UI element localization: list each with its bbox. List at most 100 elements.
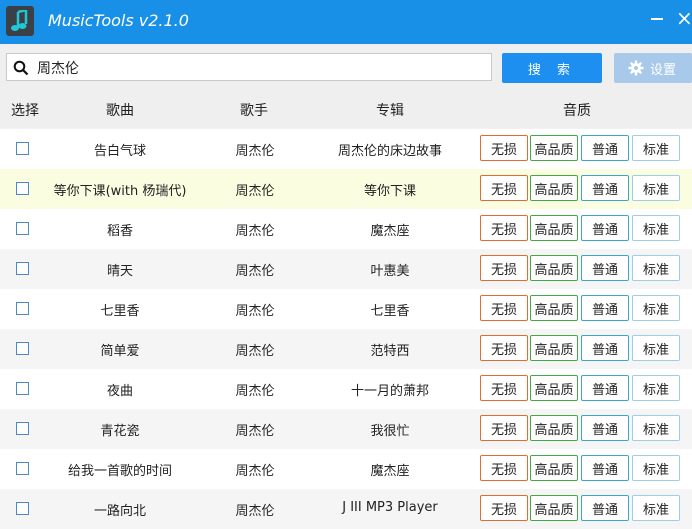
gear-icon — [628, 60, 644, 76]
cell-artist: 周杰伦 — [235, 264, 275, 279]
quality-normal-button[interactable]: 普通 — [581, 295, 629, 321]
row-checkbox[interactable] — [16, 462, 29, 475]
cell-song: 稻香 — [106, 224, 134, 239]
quality-lossless-button[interactable]: 无损 — [480, 495, 528, 521]
cell-artist: 周杰伦 — [235, 464, 275, 479]
toolbar: 周杰伦 搜 索 设置 — [0, 44, 692, 90]
header-song[interactable]: 歌曲 — [106, 100, 134, 120]
row-checkbox[interactable] — [16, 342, 29, 355]
cell-song: 七里香 — [100, 304, 140, 319]
music-note-icon — [6, 6, 34, 36]
row-checkbox[interactable] — [16, 222, 29, 235]
settings-button[interactable]: 设置 — [614, 53, 692, 83]
quality-high-button[interactable]: 高品质 — [530, 255, 578, 281]
settings-label: 设置 — [650, 62, 677, 78]
cell-artist: 周杰伦 — [235, 304, 275, 319]
quality-lossless-button[interactable]: 无损 — [480, 295, 528, 321]
quality-normal-button[interactable]: 普通 — [581, 335, 629, 361]
table-row[interactable]: 告白气球 周杰伦 周杰伦的床边故事 无损 高品质 普通 标准 — [0, 129, 692, 169]
header-album[interactable]: 专辑 — [376, 100, 404, 120]
app-title: MusicTools v2.1.0 — [48, 11, 189, 30]
quality-normal-button[interactable]: 普通 — [581, 375, 629, 401]
quality-high-button[interactable]: 高品质 — [530, 375, 578, 401]
quality-high-button[interactable]: 高品质 — [530, 415, 578, 441]
quality-lossless-button[interactable]: 无损 — [480, 455, 528, 481]
row-checkbox[interactable] — [16, 302, 29, 315]
quality-lossless-button[interactable]: 无损 — [480, 335, 528, 361]
row-checkbox[interactable] — [16, 422, 29, 435]
row-checkbox[interactable] — [16, 502, 29, 515]
cell-artist: 周杰伦 — [235, 504, 275, 519]
cell-artist: 周杰伦 — [235, 384, 275, 399]
cell-album: 七里香 — [370, 304, 410, 319]
quality-standard-button[interactable]: 标准 — [632, 375, 680, 401]
table-row[interactable]: 晴天 周杰伦 叶惠美 无损 高品质 普通 标准 — [0, 249, 692, 289]
quality-standard-button[interactable]: 标准 — [632, 455, 680, 481]
quality-high-button[interactable]: 高品质 — [530, 335, 578, 361]
quality-normal-button[interactable]: 普通 — [581, 495, 629, 521]
table-row[interactable]: 一路向北 周杰伦 J III MP3 Player 无损 高品质 普通 标准 — [0, 489, 692, 529]
cell-artist: 周杰伦 — [235, 224, 275, 239]
search-button[interactable]: 搜 索 — [502, 53, 602, 83]
quality-high-button[interactable]: 高品质 — [530, 495, 578, 521]
quality-standard-button[interactable]: 标准 — [632, 495, 680, 521]
cell-song: 青花瓷 — [100, 424, 140, 439]
row-checkbox[interactable] — [16, 182, 29, 195]
quality-normal-button[interactable]: 普通 — [581, 255, 629, 281]
quality-normal-button[interactable]: 普通 — [581, 215, 629, 241]
cell-artist: 周杰伦 — [235, 344, 275, 359]
row-checkbox[interactable] — [16, 142, 29, 155]
quality-normal-button[interactable]: 普通 — [581, 455, 629, 481]
cell-album: 周杰伦的床边故事 — [337, 144, 443, 159]
minimize-button[interactable] — [648, 8, 668, 28]
quality-standard-button[interactable]: 标准 — [632, 335, 680, 361]
cell-album: J III MP3 Player — [342, 500, 438, 515]
cell-album: 我很忙 — [370, 424, 410, 439]
quality-normal-button[interactable]: 普通 — [581, 135, 629, 161]
cell-song: 晴天 — [106, 264, 134, 279]
table-row[interactable]: 等你下课(with 杨瑞代) 周杰伦 等你下课 无损 高品质 普通 标准 — [0, 169, 692, 209]
quality-standard-button[interactable]: 标准 — [632, 135, 680, 161]
quality-standard-button[interactable]: 标准 — [632, 255, 680, 281]
quality-high-button[interactable]: 高品质 — [530, 135, 578, 161]
quality-normal-button[interactable]: 普通 — [581, 175, 629, 201]
cell-song: 告白气球 — [93, 144, 147, 159]
quality-standard-button[interactable]: 标准 — [632, 295, 680, 321]
quality-high-button[interactable]: 高品质 — [530, 455, 578, 481]
row-checkbox[interactable] — [16, 262, 29, 275]
quality-standard-button[interactable]: 标准 — [632, 415, 680, 441]
cell-album: 叶惠美 — [370, 264, 410, 279]
quality-lossless-button[interactable]: 无损 — [480, 135, 528, 161]
table-row[interactable]: 简单爱 周杰伦 范特西 无损 高品质 普通 标准 — [0, 329, 692, 369]
cell-album: 等你下课 — [363, 184, 417, 199]
quality-standard-button[interactable]: 标准 — [632, 175, 680, 201]
quality-lossless-button[interactable]: 无损 — [480, 375, 528, 401]
cell-song: 简单爱 — [100, 344, 140, 359]
table-row[interactable]: 给我一首歌的时间 周杰伦 魔杰座 无损 高品质 普通 标准 — [0, 449, 692, 489]
table-row[interactable]: 七里香 周杰伦 七里香 无损 高品质 普通 标准 — [0, 289, 692, 329]
row-checkbox[interactable] — [16, 382, 29, 395]
table-row[interactable]: 夜曲 周杰伦 十一月的萧邦 无损 高品质 普通 标准 — [0, 369, 692, 409]
quality-high-button[interactable]: 高品质 — [530, 175, 578, 201]
header-quality: 音质 — [563, 103, 591, 119]
cell-song: 一路向北 — [93, 504, 147, 519]
quality-standard-button[interactable]: 标准 — [632, 215, 680, 241]
title-bar: MusicTools v2.1.0 × — [0, 0, 692, 44]
quality-lossless-button[interactable]: 无损 — [480, 255, 528, 281]
quality-lossless-button[interactable]: 无损 — [480, 215, 528, 241]
header-select: 选择 — [11, 103, 39, 119]
search-value: 周杰伦 — [37, 61, 79, 77]
quality-lossless-button[interactable]: 无损 — [480, 175, 528, 201]
close-button[interactable]: × — [676, 8, 692, 28]
table-row[interactable]: 稻香 周杰伦 魔杰座 无损 高品质 普通 标准 — [0, 209, 692, 249]
quality-high-button[interactable]: 高品质 — [530, 295, 578, 321]
cell-album: 十一月的萧邦 — [350, 384, 430, 399]
cell-artist: 周杰伦 — [235, 144, 275, 159]
search-input[interactable]: 周杰伦 — [6, 53, 492, 81]
quality-normal-button[interactable]: 普通 — [581, 415, 629, 441]
quality-high-button[interactable]: 高品质 — [530, 215, 578, 241]
quality-lossless-button[interactable]: 无损 — [480, 415, 528, 441]
table-row[interactable]: 青花瓷 周杰伦 我很忙 无损 高品质 普通 标准 — [0, 409, 692, 449]
header-artist[interactable]: 歌手 — [240, 100, 268, 120]
cell-album: 魔杰座 — [370, 224, 410, 239]
